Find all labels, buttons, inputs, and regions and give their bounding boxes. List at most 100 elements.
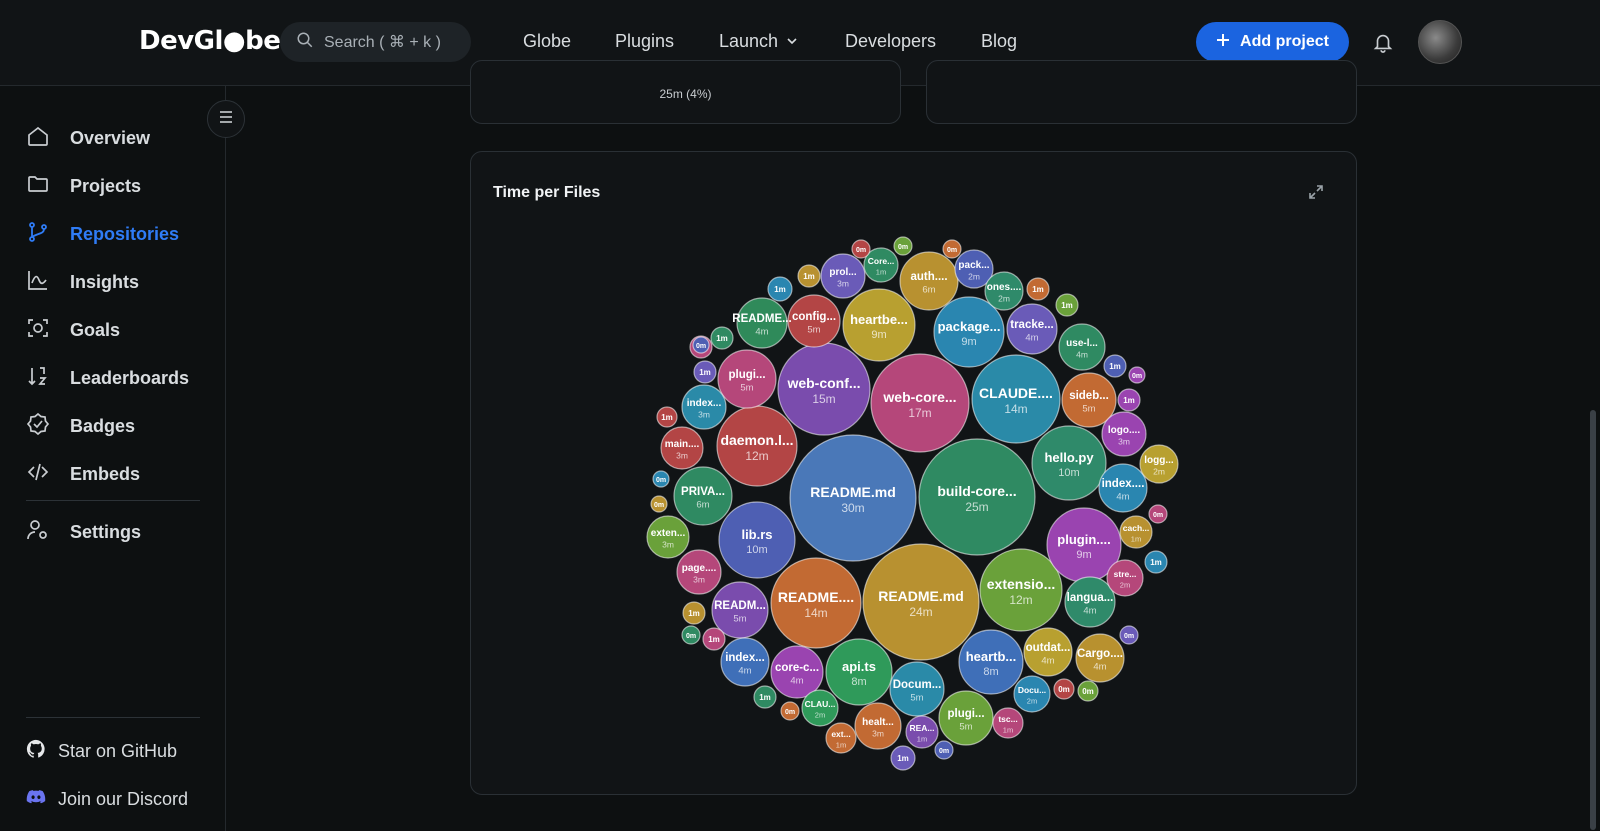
bubble-label: lib.rs bbox=[741, 527, 772, 542]
add-project-button[interactable]: Add project bbox=[1196, 22, 1349, 62]
bubble-value: 5m bbox=[733, 614, 746, 625]
bubble-label: prol... bbox=[829, 267, 856, 278]
bubble-value: 8m bbox=[983, 666, 998, 678]
bubble-label: index.... bbox=[1102, 478, 1145, 490]
bubble-label: tracke... bbox=[1010, 319, 1053, 331]
sidebar-item-label: Embeds bbox=[70, 464, 141, 484]
sidebar-item-label: Overview bbox=[70, 128, 151, 148]
sidebar-item-label: Badges bbox=[70, 416, 136, 436]
bubble-value: 2m bbox=[1120, 581, 1130, 590]
bubble-value: 4m bbox=[1041, 656, 1054, 667]
bubble-value: 6m bbox=[922, 285, 935, 296]
stat-card bbox=[926, 60, 1357, 124]
discord-icon bbox=[26, 787, 46, 812]
sidebar-item-insights[interactable]: Insights bbox=[26, 268, 139, 297]
bubble-label: outdat... bbox=[1026, 642, 1071, 654]
bubble-label: main.... bbox=[665, 439, 700, 450]
bubble-label: CLAUDE.... bbox=[979, 385, 1053, 401]
bubble-value: 4m bbox=[1093, 662, 1106, 673]
nav-globe[interactable]: Globe bbox=[523, 31, 571, 52]
bubble-label: langua... bbox=[1067, 592, 1114, 604]
bubble-value: 3m bbox=[1118, 437, 1130, 447]
bubble-value: 3m bbox=[872, 729, 884, 739]
nav-blog[interactable]: Blog bbox=[981, 31, 1017, 52]
bubble-value: 5m bbox=[910, 693, 923, 704]
bubble-value: 1m bbox=[759, 693, 771, 702]
bubble-value: 0m bbox=[1082, 687, 1094, 696]
chart-icon bbox=[26, 268, 50, 297]
bubble-value: 1m bbox=[897, 754, 909, 763]
avatar[interactable] bbox=[1418, 20, 1462, 64]
sort-icon bbox=[26, 364, 50, 393]
bubble-value: 17m bbox=[908, 406, 931, 420]
bubble-value: 3m bbox=[837, 279, 849, 289]
bubble-label: README.md bbox=[878, 588, 964, 604]
sidebar-item-leaderboards[interactable]: Leaderboards bbox=[26, 364, 189, 393]
bubble-value: 0m bbox=[785, 709, 795, 716]
bubble-label: logg... bbox=[1144, 455, 1174, 466]
chevron-down-icon bbox=[786, 31, 798, 52]
badge-icon bbox=[26, 412, 50, 441]
bubble-label: extensio... bbox=[987, 576, 1055, 592]
bubble-label: READM... bbox=[714, 600, 766, 612]
stat-card: 25m (4%) bbox=[470, 60, 901, 124]
bubble-value: 3m bbox=[693, 575, 705, 585]
bubble-value: 0m bbox=[898, 244, 908, 251]
bubble-label: build-core... bbox=[937, 483, 1016, 499]
bubble-label: plugin.... bbox=[1057, 532, 1110, 547]
bubble-value: 0m bbox=[1058, 685, 1070, 694]
sidebar-item-badges[interactable]: Badges bbox=[26, 412, 135, 441]
sidebar-item-goals[interactable]: Goals bbox=[26, 316, 120, 345]
bubble-value: 1m bbox=[661, 413, 673, 422]
star-github-link[interactable]: Star on GitHub bbox=[26, 739, 177, 764]
bubble-label: logo.... bbox=[1108, 425, 1140, 436]
bubble-value: 5m bbox=[959, 722, 972, 733]
sidebar-item-settings[interactable]: Settings bbox=[26, 518, 141, 547]
bubble-label: CLAU... bbox=[805, 699, 836, 709]
nav-plugins[interactable]: Plugins bbox=[615, 31, 674, 52]
bubble-label: hello.py bbox=[1044, 450, 1094, 465]
bubble-value: 1m bbox=[917, 735, 927, 744]
sidebar-item-projects[interactable]: Projects bbox=[26, 172, 141, 201]
search-input[interactable]: Search ( ⌘ + k ) bbox=[280, 22, 471, 62]
bubble-value: 2m bbox=[815, 711, 825, 720]
bubble-value: 1m bbox=[1150, 558, 1162, 567]
sidebar-divider bbox=[26, 717, 200, 718]
bell-icon[interactable] bbox=[1372, 30, 1394, 59]
nav-developers[interactable]: Developers bbox=[845, 31, 936, 52]
bubble-label: plugi... bbox=[728, 369, 765, 381]
sidebar-item-label: Insights bbox=[70, 272, 140, 292]
bubble-value: 10m bbox=[1058, 467, 1079, 479]
bubble-label: README.md bbox=[810, 484, 896, 500]
bubble-value: 1m bbox=[716, 334, 728, 343]
time-per-files-card: Time per Files README.md 30m build-core...… bbox=[470, 151, 1357, 795]
bubble-label: heartbe... bbox=[850, 312, 908, 327]
bubble-value: 1m bbox=[774, 285, 786, 294]
scrollbar[interactable] bbox=[1590, 410, 1596, 830]
bubble-label: stre... bbox=[1114, 569, 1137, 579]
nav-launch[interactable]: Launch bbox=[719, 31, 798, 52]
bubble-label: sideb... bbox=[1069, 390, 1109, 402]
bubble-label: index... bbox=[725, 652, 765, 664]
bubble-value: 5m bbox=[740, 383, 753, 394]
bubble-value: 0m bbox=[939, 748, 949, 755]
nav-launch-label: Launch bbox=[719, 31, 779, 51]
logo[interactable]: DevGl●be bbox=[139, 26, 281, 56]
sidebar-item-repositories[interactable]: Repositories bbox=[26, 220, 179, 249]
sidebar-toggle-button[interactable] bbox=[207, 100, 245, 138]
bubble-label: REA... bbox=[909, 723, 934, 733]
stat-value: 25m (4%) bbox=[659, 87, 712, 101]
bubble-value: 4m bbox=[1116, 492, 1129, 503]
sidebar-item-embeds[interactable]: Embeds bbox=[26, 460, 140, 489]
bubble-label: package... bbox=[938, 319, 1001, 334]
bubble-label: tsc... bbox=[998, 714, 1017, 724]
bubble-value: 12m bbox=[1009, 593, 1032, 607]
bubble-value: 4m bbox=[1083, 606, 1096, 617]
bubble-label: README.... bbox=[778, 589, 854, 605]
sidebar-item-overview[interactable]: Overview bbox=[26, 124, 150, 153]
bubble-label: auth.... bbox=[910, 271, 947, 283]
bubble-value: 24m bbox=[909, 605, 932, 619]
bubble-value: 0m bbox=[1124, 633, 1134, 640]
join-discord-link[interactable]: Join our Discord bbox=[26, 787, 188, 812]
bubble-label: web-core... bbox=[882, 389, 956, 405]
